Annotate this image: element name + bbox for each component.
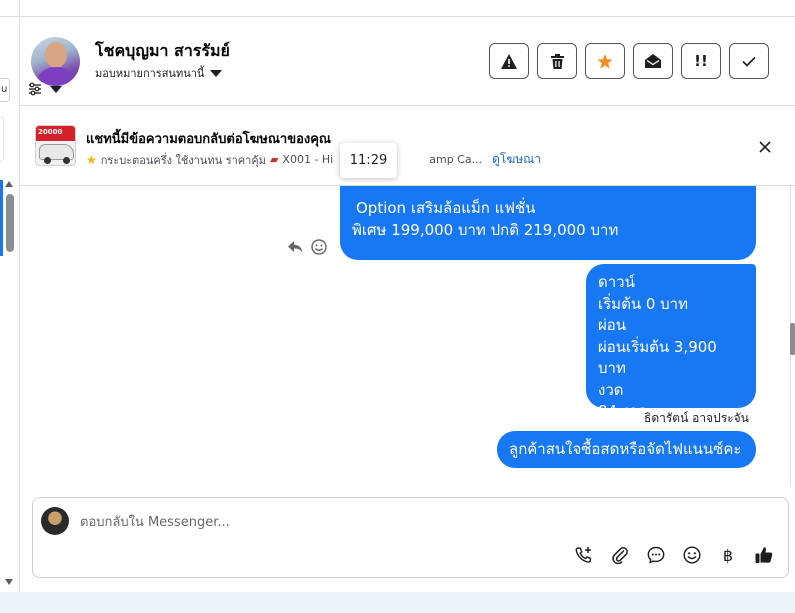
- mark-done-button[interactable]: [729, 43, 769, 79]
- message-line: Option เสริมล้อแม็ก แฟชั่น: [356, 199, 536, 217]
- star-emoji-icon: ★: [86, 152, 97, 167]
- baht-icon[interactable]: ฿: [718, 545, 738, 565]
- contact-name[interactable]: โชคบุญมา สารรัมย์: [95, 39, 230, 64]
- delete-button[interactable]: [537, 43, 577, 79]
- avatar-face: [45, 42, 67, 68]
- exclamation-icon: !!: [694, 52, 708, 70]
- page-footer-band: [0, 592, 795, 613]
- star-icon: [597, 53, 613, 69]
- saved-reply-icon[interactable]: [646, 545, 666, 565]
- sliders-icon: [29, 82, 41, 96]
- list-scrollbar-thumb[interactable]: [6, 194, 14, 252]
- priority-button[interactable]: !!: [681, 43, 721, 79]
- car-wheel: [44, 157, 51, 164]
- add-call-icon[interactable]: [574, 545, 594, 565]
- assign-conversation-dropdown[interactable]: มอบหมายการสนทนานี้: [95, 64, 223, 82]
- car-wheel: [63, 157, 70, 164]
- ad-subtitle: กระบะตอนครึ่ง ใช้งานทน ราคาคุ้ม: [100, 153, 266, 167]
- follow-up-button[interactable]: [585, 43, 625, 79]
- mark-unread-button[interactable]: [633, 43, 673, 79]
- caret-down-icon: [50, 85, 62, 93]
- selected-indicator: [0, 180, 3, 256]
- message-line: ผ่อนเริ่มต้น 3,900 บาท: [598, 337, 717, 378]
- composer-toolbar: ฿: [574, 545, 774, 565]
- message-actions: [288, 239, 327, 255]
- message-line: เริ่มต้น 0 บาท: [598, 294, 688, 313]
- reply-composer: ฿: [32, 497, 789, 578]
- close-ad-button[interactable]: [755, 137, 775, 157]
- ad-thumbnail[interactable]: 20000: [35, 125, 76, 166]
- truck-emoji-icon: ▰: [269, 153, 279, 166]
- ad-reply-title: แชทนี้มีข้อความตอบกลับต่อโฆษณาของคุณ: [86, 132, 331, 147]
- paperclip-icon[interactable]: [610, 545, 630, 565]
- message-line: ดาวน์: [598, 273, 635, 291]
- trash-icon: [550, 53, 564, 69]
- timestamp-tooltip: 11:29: [340, 143, 397, 178]
- reply-icon[interactable]: [288, 240, 303, 254]
- inbox-window: u โชคบุญมา สารรัมย์ มอบหมายการสนทนานี้ !…: [0, 0, 795, 613]
- message-bubble[interactable]: Option เสริมล้อแม็ก แฟชั่น พิเศษ 199,000…: [340, 186, 756, 260]
- divider: [0, 16, 20, 17]
- assign-label: มอบหมายการสนทนานี้: [95, 67, 205, 80]
- scroll-up-arrow-icon[interactable]: [5, 181, 13, 187]
- ad-thumb-price: 20000: [38, 128, 63, 136]
- emoji-icon[interactable]: [682, 545, 702, 565]
- top-divider: [20, 16, 795, 17]
- thumbs-up-icon[interactable]: [754, 545, 774, 565]
- conversation-list-item[interactable]: [0, 116, 4, 162]
- envelope-open-icon: [645, 54, 661, 68]
- filter-settings-button[interactable]: [28, 82, 62, 96]
- conversation-list-edge: u: [0, 0, 20, 592]
- report-spam-button[interactable]: [489, 43, 529, 79]
- user-avatar: [41, 507, 69, 535]
- message-bubble[interactable]: ลูกค้าสนใจซื้อสดหรือจัดไฟแนนซ์คะ: [497, 431, 756, 468]
- conversation-actions: !!: [489, 43, 769, 79]
- view-ad-link[interactable]: ดูโฆษณา: [492, 150, 541, 169]
- ad-model: X001 - Hi: [282, 153, 334, 166]
- ad-model-tail: amp Ca...: [429, 153, 483, 166]
- message-bubble[interactable]: ดาวน์ เริ่มต้น 0 บาท ผ่อน ผ่อนเริ่มต้น 3…: [586, 264, 756, 420]
- close-icon: [759, 141, 771, 153]
- header-divider: [20, 105, 795, 106]
- message-line: พิเศษ 199,000 บาท ปกติ 219,000 บาท: [352, 220, 619, 239]
- caret-down-icon: [210, 69, 223, 77]
- sender-name: ธิดารัตน์ อาจประจัน: [644, 411, 749, 425]
- message-line: ลูกค้าสนใจซื้อสดหรือจัดไฟแนนซ์คะ: [509, 439, 742, 458]
- list-filter-label: u: [1, 84, 8, 95]
- warning-icon: [501, 53, 517, 69]
- message-line: งวด: [598, 380, 624, 399]
- checkmark-icon: [742, 56, 756, 67]
- thread-scrollbar-thumb[interactable]: [790, 323, 795, 355]
- reply-input[interactable]: [80, 512, 770, 532]
- ad-details: ★ กระบะตอนครึ่ง ใช้งานทน ราคาคุ้ม ▰ X001…: [86, 150, 541, 169]
- contact-avatar[interactable]: [31, 37, 80, 86]
- scroll-down-arrow-icon[interactable]: [5, 579, 13, 585]
- message-thread: Option เสริมล้อแม็ก แฟชั่น พิเศษ 199,000…: [20, 186, 790, 484]
- react-emoji-icon[interactable]: [311, 239, 327, 255]
- message-line: ผ่อน: [598, 316, 627, 334]
